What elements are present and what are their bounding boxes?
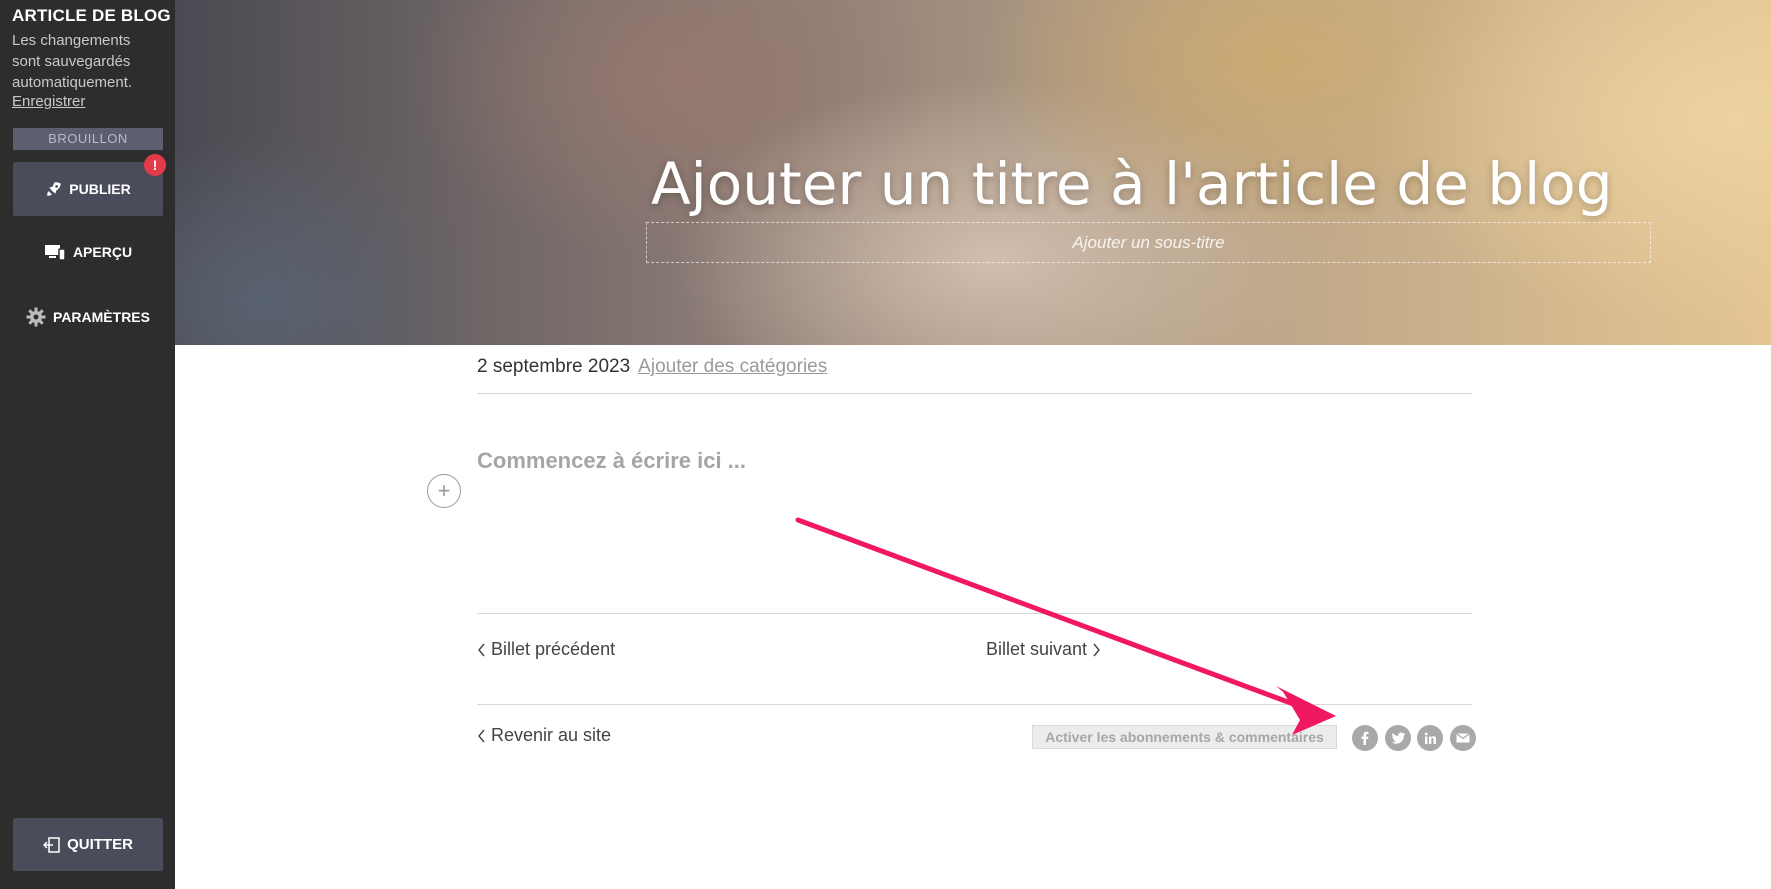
preview-label: APERÇU [72,244,133,260]
save-link[interactable]: Enregistrer [12,93,85,110]
enable-comments-button[interactable]: Activer les abonnements & commentaires [1032,725,1337,749]
publish-button[interactable]: PUBLIER [13,162,163,216]
back-to-site-link[interactable]: Revenir au site [477,725,611,746]
chevron-left-icon [477,729,487,743]
gear-icon [26,307,46,327]
devices-icon [44,243,66,261]
editor-sidebar: ARTICLE DE BLOG Les changements sont sau… [0,0,175,889]
autosave-note: Les changements sont sauvegardés automat… [12,32,133,91]
next-post-label: Billet suivant [986,639,1088,659]
hero-cover[interactable]: Ajouter un titre à l'article de blog Ajo… [175,0,1771,345]
email-icon[interactable] [1450,725,1476,751]
previous-post-link[interactable]: Billet précédent [477,639,615,660]
subtitle-input[interactable]: Ajouter un sous-titre [646,222,1651,263]
quit-button[interactable]: QUITTER [13,818,163,871]
post-title-input[interactable]: Ajouter un titre à l'article de blog [651,150,1613,218]
add-categories-link[interactable]: Ajouter des catégories [638,356,827,378]
twitter-icon[interactable] [1385,725,1411,751]
preview-button[interactable]: APERÇU [13,232,163,272]
exit-icon [43,836,61,853]
settings-button[interactable]: PARAMÈTRES [13,297,163,337]
settings-label: PARAMÈTRES [53,309,150,325]
linkedin-icon[interactable] [1417,725,1443,751]
chevron-left-icon [477,643,487,657]
next-post-link[interactable]: Billet suivant [986,639,1101,660]
publish-label: PUBLIER [69,181,131,197]
status-badge: BROUILLON [13,128,163,150]
chevron-right-icon [1091,643,1101,657]
back-to-site-label: Revenir au site [491,725,612,745]
quit-label: QUITTER [67,836,133,853]
previous-post-label: Billet précédent [491,639,616,659]
body-editor[interactable]: Commencez à écrire ici ... [477,448,746,474]
facebook-icon[interactable] [1352,725,1378,751]
post-date: 2 septembre 2023 [477,356,631,377]
rocket-icon [45,180,63,198]
add-block-button[interactable]: + [427,474,461,508]
divider [477,393,1472,394]
sidebar-title: ARTICLE DE BLOG [12,6,171,25]
divider [477,613,1472,614]
publish-alert-badge: ! [144,154,166,176]
post-meta: 2 septembre 2023 Ajouter des catégories [477,356,827,378]
divider [477,704,1472,705]
